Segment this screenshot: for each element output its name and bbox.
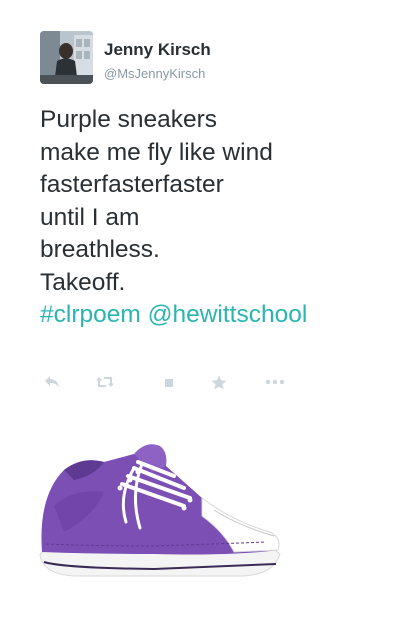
like-icon [165,379,173,387]
like-button[interactable] [161,370,177,394]
tweet-header: Jenny Kirsch @MsJennyKirsch [40,31,370,85]
tweet-text: Purple sneakers make me fly like wind fa… [40,104,395,332]
author-name[interactable]: Jenny Kirsch [104,40,211,60]
tweet-text-line: Purple sneakers [40,106,218,133]
tweet-tags-line: #clrpoem @hewittschool [40,299,395,332]
tweet-card: Jenny Kirsch @MsJennyKirsch Purple sneak… [0,0,402,641]
favorite-star-icon [211,375,227,389]
more-button[interactable] [263,370,287,394]
tweet-text-line: make me fly like wind [40,138,273,166]
mention-link[interactable]: @hewittschool [148,301,308,328]
retweet-icon [96,377,114,387]
tweet-text-line: until I am [40,203,140,231]
favorite-button[interactable] [209,370,229,394]
retweet-button[interactable] [93,370,117,394]
reply-icon [45,376,59,387]
tweet-image[interactable] [34,436,284,596]
tweet-text-line: breathless. [40,236,160,263]
avatar[interactable] [40,31,93,84]
author-handle[interactable]: @MsJennyKirsch [104,66,205,81]
hashtag-link[interactable]: #clrpoem [40,301,141,328]
purple-sneaker-image [39,444,281,577]
reply-button[interactable] [42,370,62,394]
tweet-text-line: Takeoff. [40,268,126,296]
tweet-text-line: fasterfasterfaster [40,171,224,198]
tweet-actions [40,370,300,394]
more-dots-icon [265,379,285,385]
